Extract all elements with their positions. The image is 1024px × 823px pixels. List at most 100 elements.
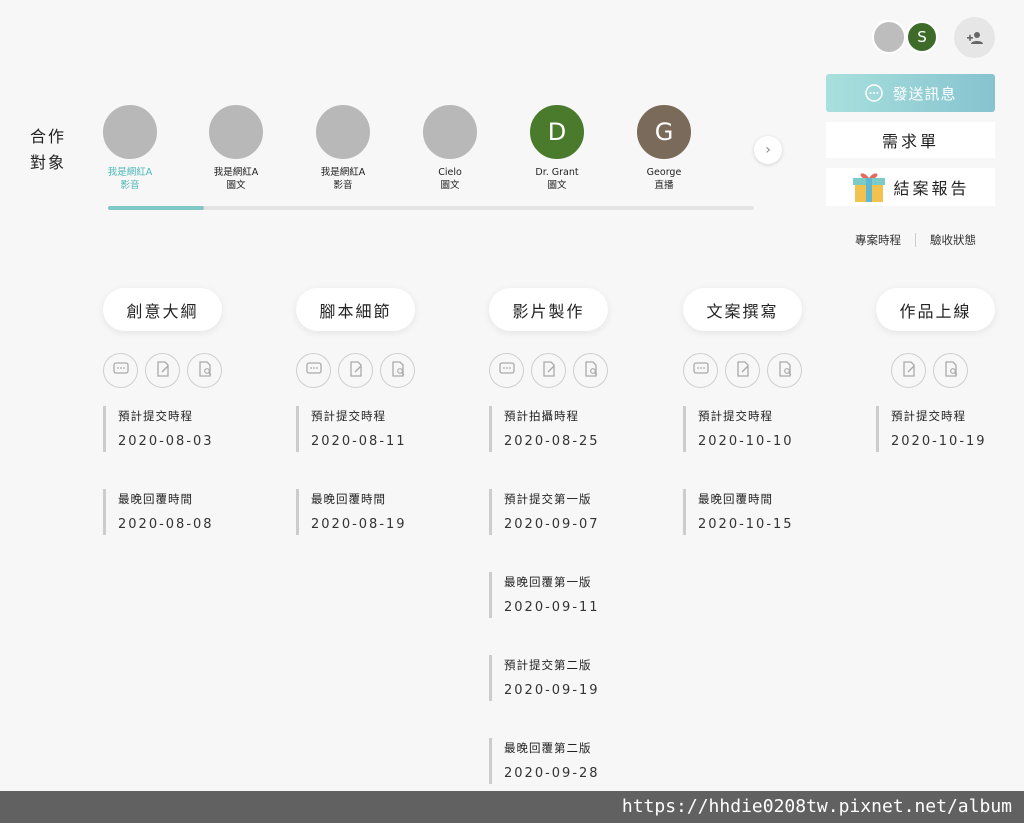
edit-doc-button[interactable] <box>531 353 566 388</box>
collaborator-avatar <box>209 105 263 159</box>
schedule-entry: 最晚回覆時間 2020-08-08 <box>103 489 278 535</box>
search-doc-button[interactable] <box>933 353 968 388</box>
schedule-date: 2020-09-28 <box>504 766 600 781</box>
stage-actions <box>296 353 471 389</box>
schedule-date: 2020-09-11 <box>504 600 600 615</box>
search-doc-icon <box>943 360 959 381</box>
collaborator-avatar: G <box>637 105 691 159</box>
stage-title: 腳本細節 <box>319 301 392 321</box>
collaborator-type: 圖文 <box>440 180 460 191</box>
collaborator-name: Dr. Grant <box>535 167 579 178</box>
schedule-label: 預計提交時程 <box>311 409 386 423</box>
send-message-button[interactable]: 發送訊息 <box>826 74 995 112</box>
schedule-entry: 預計提交時程 2020-10-10 <box>683 406 858 452</box>
stage-entries: 預計提交時程 2020-10-19 <box>876 406 1024 452</box>
schedule-date: 2020-08-11 <box>311 434 407 449</box>
schedule-entry: 最晚回覆時間 2020-08-19 <box>296 489 471 535</box>
next-collaborators-button[interactable]: › <box>754 136 782 164</box>
member-avatar-s[interactable]: S <box>906 21 938 53</box>
comment-icon <box>692 361 709 380</box>
collaborator-scrollbar[interactable] <box>108 206 754 210</box>
collaborator-name: 我是網紅A <box>213 167 259 178</box>
stage-tab[interactable]: 作品上線 <box>876 288 995 331</box>
scrollbar-thumb[interactable] <box>108 206 204 210</box>
stage-actions <box>103 353 278 389</box>
schedule-label: 預計提交時程 <box>118 409 193 423</box>
acceptance-link[interactable]: 驗收狀態 <box>930 232 976 248</box>
chevron-right-icon: › <box>765 142 771 158</box>
edit-doc-button[interactable] <box>725 353 760 388</box>
collaborator-name: George <box>646 167 682 178</box>
schedule-label: 預計提交第一版 <box>504 492 592 506</box>
schedule-label: 預計提交第二版 <box>504 658 592 672</box>
search-doc-icon <box>390 360 406 381</box>
stage-tab[interactable]: 影片製作 <box>489 288 608 331</box>
schedule-entry: 最晚回覆第一版 2020-09-11 <box>489 572 664 618</box>
stage-title: 創意大綱 <box>126 301 199 321</box>
collaborator-item[interactable]: 我是網紅A 影音 <box>290 105 396 192</box>
schedule-date: 2020-08-03 <box>118 434 214 449</box>
collaborator-item[interactable]: 我是網紅A 圖文 <box>183 105 289 192</box>
stage-column: 創意大綱預計提交時程 2020-08-03 最晚回覆時間 2020-08-08 <box>103 288 278 535</box>
schedule-entry: 預計提交時程 2020-08-11 <box>296 406 471 452</box>
stage-column: 作品上線預計提交時程 2020-10-19 <box>876 288 1024 452</box>
search-doc-button[interactable] <box>573 353 608 388</box>
requirement-form-button[interactable]: 需求單 <box>826 122 995 158</box>
member-avatars: S <box>872 20 938 54</box>
stage-column: 文案撰寫預計提交時程 2020-10-10 最晚回覆時間 2020-10-15 <box>683 288 858 535</box>
search-doc-button[interactable] <box>380 353 415 388</box>
schedule-label: 最晚回覆第二版 <box>504 741 592 755</box>
stage-column: 腳本細節預計提交時程 2020-08-11 最晚回覆時間 2020-08-19 <box>296 288 471 535</box>
edit-doc-icon <box>901 360 917 381</box>
collaborator-type: 圖文 <box>547 180 567 191</box>
collaborators-title: 合作 對象 <box>30 124 70 176</box>
comment-button[interactable] <box>103 353 138 388</box>
stage-actions <box>876 353 1024 389</box>
comment-button[interactable] <box>683 353 718 388</box>
schedule-label: 預計拍攝時程 <box>504 409 579 423</box>
stage-tab[interactable]: 腳本細節 <box>296 288 415 331</box>
stage-tab[interactable]: 創意大綱 <box>103 288 222 331</box>
add-member-button[interactable] <box>954 17 995 58</box>
collaborator-item[interactable]: D Dr. Grant 圖文 <box>504 105 610 192</box>
schedule-entry: 最晚回覆時間 2020-10-15 <box>683 489 858 535</box>
comment-button[interactable] <box>296 353 331 388</box>
stage-entries: 預計提交時程 2020-10-10 最晚回覆時間 2020-10-15 <box>683 406 858 535</box>
stage-title: 影片製作 <box>512 301 585 321</box>
schedule-entry: 預計提交第二版 2020-09-19 <box>489 655 664 701</box>
collaborator-avatar: D <box>530 105 584 159</box>
schedule-entry: 預計提交時程 2020-08-03 <box>103 406 278 452</box>
collaborator-item[interactable]: Cielo 圖文 <box>397 105 503 192</box>
collaborators-title-line2: 對象 <box>30 153 67 172</box>
search-doc-button[interactable] <box>767 353 802 388</box>
collaborator-type: 圖文 <box>226 180 246 191</box>
chat-bubble-icon <box>865 84 884 102</box>
schedule-entry: 最晚回覆第二版 2020-09-28 <box>489 738 664 784</box>
stage-tab[interactable]: 文案撰寫 <box>683 288 802 331</box>
final-report-button[interactable]: 結案報告 <box>826 168 995 206</box>
edit-doc-icon <box>735 360 751 381</box>
collaborator-name: Cielo <box>438 167 462 178</box>
stage-entries: 預計拍攝時程 2020-08-25 預計提交第一版 2020-09-07 最晚回覆第一版… <box>489 406 664 784</box>
requirement-form-label: 需求單 <box>881 132 939 151</box>
divider <box>915 233 916 247</box>
collaborator-avatar <box>316 105 370 159</box>
stage-title: 文案撰寫 <box>706 301 779 321</box>
collaborator-item[interactable]: G George 直播 <box>611 105 717 192</box>
schedule-link[interactable]: 專案時程 <box>855 232 901 248</box>
schedule-label: 最晚回覆第一版 <box>504 575 592 589</box>
schedule-label: 最晚回覆時間 <box>118 492 193 506</box>
schedule-date: 2020-10-10 <box>698 434 794 449</box>
member-avatar[interactable] <box>872 20 906 54</box>
edit-doc-icon <box>348 360 364 381</box>
schedule-entry: 預計提交第一版 2020-09-07 <box>489 489 664 535</box>
edit-doc-button[interactable] <box>891 353 926 388</box>
stage-entries: 預計提交時程 2020-08-11 最晚回覆時間 2020-08-19 <box>296 406 471 535</box>
final-report-label: 結案報告 <box>893 179 970 198</box>
search-doc-button[interactable] <box>187 353 222 388</box>
edit-doc-button[interactable] <box>338 353 373 388</box>
collaborator-item[interactable]: 我是網紅A 影音 <box>77 105 183 192</box>
edit-doc-button[interactable] <box>145 353 180 388</box>
comment-button[interactable] <box>489 353 524 388</box>
collaborator-name: 我是網紅A <box>320 167 366 178</box>
